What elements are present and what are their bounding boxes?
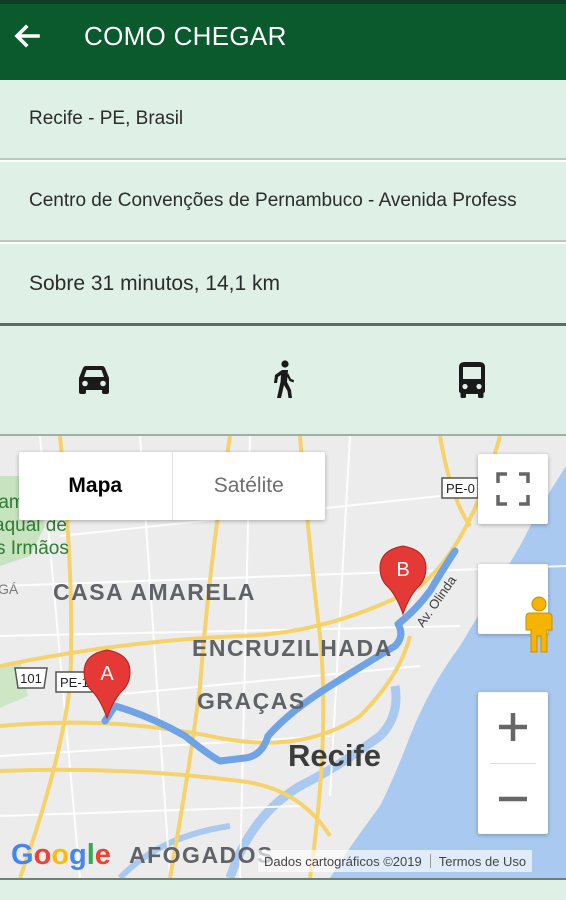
- map-type-satellite-button[interactable]: Satélite: [173, 452, 326, 520]
- map-label-partial-3: s Irmãos: [0, 538, 69, 559]
- zoom-out-button[interactable]: [478, 764, 548, 835]
- fullscreen-icon: [496, 472, 530, 506]
- map-attribution: Dados cartográficos ©2019 Termos de Uso: [258, 850, 533, 872]
- destination-field[interactable]: Centro de Convenções de Pernambuco - Ave…: [0, 162, 566, 242]
- app-bar: COMO CHEGAR: [0, 0, 566, 80]
- arrow-left-icon: [14, 24, 40, 48]
- road-shield-101: 101: [14, 667, 48, 689]
- attribution-text: Dados cartográficos ©2019: [264, 853, 422, 869]
- map-type-toggle: Mapa Satélite: [19, 452, 325, 520]
- pegman-icon[interactable]: [522, 596, 556, 654]
- svg-text:Google: Google: [11, 839, 111, 871]
- google-logo: Google: [11, 839, 111, 871]
- travel-mode-bar: [0, 326, 566, 436]
- mode-bus-button[interactable]: [437, 345, 507, 415]
- plus-icon: [499, 713, 527, 742]
- minus-icon: [499, 796, 527, 801]
- car-icon: [79, 366, 110, 394]
- zoom-in-button[interactable]: [478, 692, 548, 763]
- map-label-partial-4: GÁ: [0, 581, 19, 597]
- page-title: COMO CHEGAR: [84, 20, 287, 51]
- bottom-panel-edge: [0, 878, 566, 900]
- walk-icon: [273, 360, 294, 398]
- map-label-gracas: GRAÇAS: [197, 688, 306, 714]
- destination-text: Centro de Convenções de Pernambuco - Ave…: [29, 190, 517, 211]
- mode-walk-button[interactable]: [248, 345, 318, 415]
- map-label-afogados: AFOGADOS: [129, 842, 274, 868]
- route-summary: Sobre 31 minutos, 14,1 km: [0, 244, 566, 326]
- svg-text:PE-0: PE-0: [446, 481, 475, 496]
- map-label-casa-amarela: CASA AMARELA: [53, 579, 256, 605]
- map-label-recife: Recife: [288, 738, 381, 773]
- map-type-map-button[interactable]: Mapa: [19, 452, 173, 520]
- back-button[interactable]: [0, 4, 54, 68]
- svg-text:101: 101: [20, 671, 42, 686]
- route-summary-text: Sobre 31 minutos, 14,1 km: [29, 271, 280, 295]
- fullscreen-button[interactable]: [478, 454, 548, 524]
- svg-text:A: A: [100, 663, 114, 685]
- zoom-control: [478, 692, 548, 834]
- map-label-encruzilhada: ENCRUZILHADA: [192, 635, 393, 661]
- mode-car-button[interactable]: [59, 345, 129, 415]
- svg-text:B: B: [396, 559, 409, 581]
- road-shield-pe-top: PE-0: [441, 477, 479, 499]
- origin-text: Recife - PE, Brasil: [29, 108, 184, 129]
- attribution-divider: [429, 854, 431, 868]
- map-view[interactable]: CASA AMARELA ENCRUZILHADA GRAÇAS AFOGADO…: [0, 436, 566, 878]
- terms-link[interactable]: Termos de Uso: [439, 854, 526, 869]
- bus-icon: [458, 362, 485, 398]
- origin-field[interactable]: Recife - PE, Brasil: [0, 80, 566, 160]
